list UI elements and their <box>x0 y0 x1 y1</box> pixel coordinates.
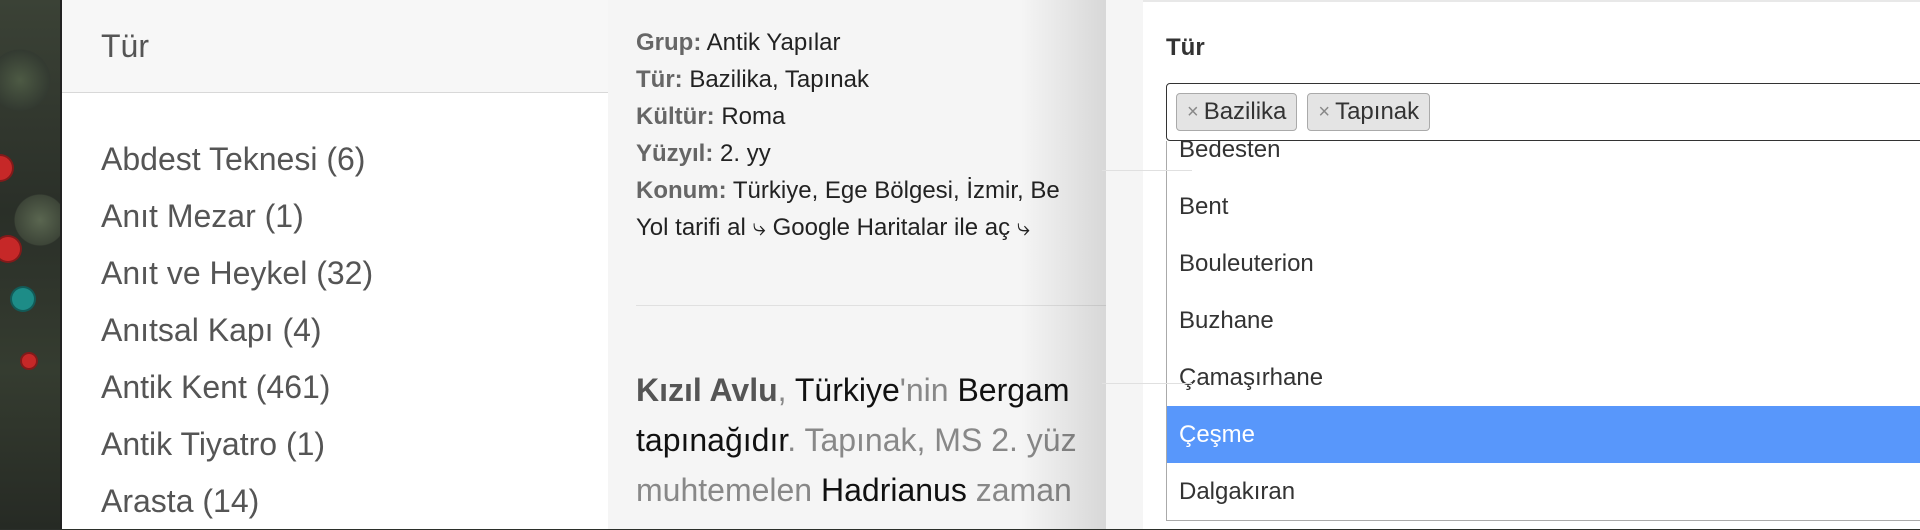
type-list-item[interactable]: Anıtsal Kapı (4) <box>101 302 610 359</box>
google-maps-link[interactable]: Google Haritalar ile aç ⤷ <box>773 214 1031 241</box>
article-text-fragment: . Tapınak, MS 2. yüz <box>787 422 1077 458</box>
type-filter-label: Tür <box>1166 34 1205 61</box>
meta-type-value: Bazilika, Tapınak <box>689 66 869 93</box>
article-text-fragment: 'nin <box>899 372 958 408</box>
type-list: Abdest Teknesi (6) Anıt Mezar (1) Anıt v… <box>62 93 610 530</box>
map-marker-red[interactable] <box>0 154 14 182</box>
article-link-hadrianus[interactable]: Hadrianus <box>821 472 967 508</box>
section-divider <box>636 305 1106 306</box>
meta-location-key: Konum: <box>636 177 727 204</box>
type-dropdown-list[interactable]: Bedesten Bent Bouleuterion Buzhane Çamaş… <box>1166 141 1920 521</box>
background-divider <box>1102 170 1192 171</box>
type-list-item[interactable]: Antik Kent (461) <box>101 359 610 416</box>
dropdown-option-highlighted[interactable]: Çeşme <box>1167 406 1920 463</box>
meta-links: Yol tarifi al ⤷ Google Haritalar ile aç … <box>636 209 1060 246</box>
dropdown-option[interactable]: Bent <box>1167 178 1920 235</box>
article-link-tapinak[interactable]: tapınağıdır <box>636 422 787 458</box>
directions-link[interactable]: Yol tarifi al ⤷ <box>636 214 766 241</box>
selected-tag[interactable]: × Tapınak <box>1307 93 1431 131</box>
selected-tag[interactable]: × Bazilika <box>1176 93 1298 131</box>
type-multiselect[interactable]: × Bazilika × Tapınak <box>1166 83 1920 141</box>
type-list-item[interactable]: Anıt ve Heykel (32) <box>101 245 610 302</box>
meta-type: Tür: Bazilika, Tapınak <box>636 61 1060 98</box>
place-metadata: Grup: Antik Yapılar Tür: Bazilika, Tapın… <box>636 24 1060 246</box>
meta-location: Konum: Türkiye, Ege Bölgesi, İzmir, Be <box>636 172 1060 209</box>
remove-tag-icon[interactable]: × <box>1187 101 1199 124</box>
meta-group-value: Antik Yapılar <box>706 29 841 56</box>
article-link-turkiye[interactable]: Türkiye <box>795 372 900 408</box>
type-list-panel: Tür Abdest Teknesi (6) Anıt Mezar (1) An… <box>60 0 610 529</box>
map-marker-teal[interactable] <box>10 286 36 312</box>
map-background[interactable] <box>0 0 60 529</box>
meta-culture-key: Kültür: <box>636 103 715 130</box>
selected-tag-label: Bazilika <box>1203 98 1287 125</box>
meta-century: Yüzyıl: 2. yy <box>636 135 1060 172</box>
dropdown-option[interactable]: Buzhane <box>1167 292 1920 349</box>
article-text: Kızıl Avlu, Türkiye'nin Bergam tapınağıd… <box>636 365 1077 515</box>
type-list-header: Tür <box>62 0 610 93</box>
type-list-item[interactable]: Abdest Teknesi (6) <box>101 131 610 188</box>
type-list-item[interactable]: Anıt Mezar (1) <box>101 188 610 245</box>
meta-type-key: Tür: <box>636 66 683 93</box>
meta-group-key: Grup: <box>636 29 702 56</box>
meta-culture: Kültür: Roma <box>636 98 1060 135</box>
article-line: Kızıl Avlu, Türkiye'nin Bergam <box>636 365 1077 415</box>
article-title: Kızıl Avlu <box>636 372 778 408</box>
meta-location-value: Türkiye, Ege Bölgesi, İzmir, Be <box>732 177 1060 204</box>
filter-modal: Tür × Bazilika × Tapınak Bedesten Bent B… <box>1106 0 1920 529</box>
map-marker-red[interactable] <box>20 352 38 370</box>
modal-edge <box>1106 0 1143 529</box>
meta-century-key: Yüzyıl: <box>636 140 714 167</box>
selected-tag-label: Tapınak <box>1335 98 1420 125</box>
article-text-fragment: , <box>777 372 795 408</box>
dropdown-option[interactable]: Bouleuterion <box>1167 235 1920 292</box>
type-list-item[interactable]: Antik Tiyatro (1) <box>101 416 610 473</box>
type-list-item[interactable]: Arasta (14) <box>101 473 610 530</box>
modal-top-border <box>1143 0 1920 2</box>
meta-group: Grup: Antik Yapılar <box>636 24 1060 61</box>
dropdown-option[interactable]: Dalgakıran <box>1167 463 1920 520</box>
dropdown-option[interactable]: Bedesten <box>1167 141 1920 178</box>
map-marker-red[interactable] <box>0 235 22 263</box>
background-divider <box>1102 383 1192 384</box>
remove-tag-icon[interactable]: × <box>1318 101 1330 124</box>
dropdown-option[interactable]: Çamaşırhane <box>1167 349 1920 406</box>
article-line: muhtemelen Hadrianus zaman <box>636 465 1077 515</box>
article-text-fragment: muhtemelen <box>636 472 821 508</box>
article-text-fragment: zaman <box>966 472 1072 508</box>
meta-culture-value: Roma <box>721 103 786 130</box>
meta-century-value: 2. yy <box>720 140 771 167</box>
article-line: tapınağıdır. Tapınak, MS 2. yüz <box>636 415 1077 465</box>
article-link-bergama[interactable]: Bergam <box>957 372 1069 408</box>
place-detail-panel: Grup: Antik Yapılar Tür: Bazilika, Tapın… <box>608 0 1106 529</box>
